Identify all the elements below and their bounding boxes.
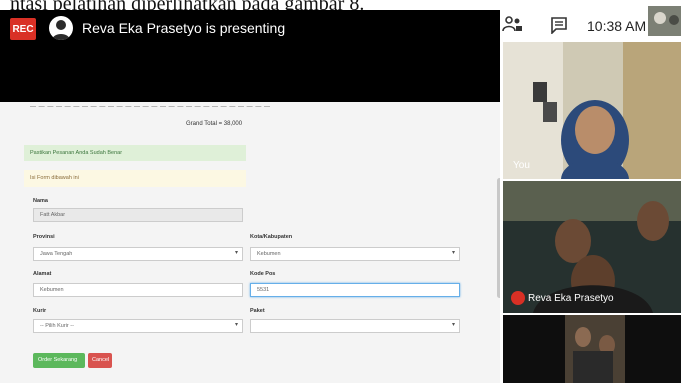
cancel-button[interactable]: Cancel bbox=[88, 353, 112, 368]
recording-badge: REC bbox=[10, 18, 36, 40]
mic-off-icon bbox=[511, 291, 525, 305]
kodepos-field[interactable]: 5531 bbox=[250, 283, 460, 297]
order-button[interactable]: Order Sekarang bbox=[33, 353, 85, 368]
chevron-down-icon: ▾ bbox=[234, 322, 238, 328]
kota-select[interactable]: Kebumen ▾ bbox=[250, 247, 460, 261]
paket-label: Paket bbox=[250, 308, 265, 314]
people-icon[interactable] bbox=[502, 14, 524, 36]
you-label: You bbox=[513, 160, 530, 171]
fill-form-alert: Isi Form dibawah ini bbox=[24, 170, 246, 187]
presenter-avatar bbox=[49, 16, 73, 40]
kurir-select[interactable]: -- Pilih Kurir -- ▾ bbox=[33, 319, 243, 333]
presenting-status: Reva Eka Prasetyo is presenting bbox=[82, 20, 286, 36]
kurir-label: Kurir bbox=[33, 308, 47, 314]
chevron-down-icon: ▾ bbox=[451, 250, 455, 256]
confirm-alert: Pastikan Pesanan Anda Sudah Benar bbox=[24, 145, 246, 161]
alamat-label: Alamat bbox=[33, 271, 52, 277]
chat-icon[interactable] bbox=[550, 16, 568, 35]
participant-video-you bbox=[503, 42, 681, 179]
provinsi-label: Provinsi bbox=[33, 234, 55, 240]
grand-total: Grand Total = 38,000 bbox=[186, 121, 243, 127]
chevron-down-icon: ▾ bbox=[451, 322, 455, 328]
nama-label: Nama bbox=[33, 198, 48, 204]
self-view-thumbnail[interactable] bbox=[648, 6, 681, 36]
participant-video-group bbox=[503, 315, 681, 383]
kodepos-label: Kode Pos bbox=[250, 271, 276, 277]
chevron-down-icon: ▾ bbox=[234, 250, 238, 256]
nama-field[interactable]: Fatt Akbar bbox=[33, 208, 243, 222]
video-tile-you[interactable]: You bbox=[503, 42, 681, 179]
presenter-tile-label: Reva Eka Prasetyo bbox=[528, 293, 614, 304]
cart-row-blurred: — — — — — — — — — — — — — — — — — — — — … bbox=[30, 104, 271, 110]
video-tile-presenter[interactable]: Reva Eka Prasetyo bbox=[503, 181, 681, 313]
shared-screen-scrollbar[interactable] bbox=[497, 178, 500, 298]
alamat-field[interactable]: Kebumen bbox=[33, 283, 243, 297]
provinsi-select[interactable]: Jawa Tengah ▾ bbox=[33, 247, 243, 261]
video-tile-group[interactable] bbox=[503, 315, 681, 383]
paket-select[interactable]: ▾ bbox=[250, 319, 460, 333]
kota-label: Kota/Kabupaten bbox=[250, 234, 293, 240]
meeting-clock: 10:38 AM bbox=[587, 18, 647, 34]
provinsi-value: Jawa Tengah bbox=[40, 251, 73, 257]
kota-value: Kebumen bbox=[257, 251, 281, 257]
kurir-value: -- Pilih Kurir -- bbox=[40, 323, 74, 329]
person-icon bbox=[52, 20, 70, 40]
